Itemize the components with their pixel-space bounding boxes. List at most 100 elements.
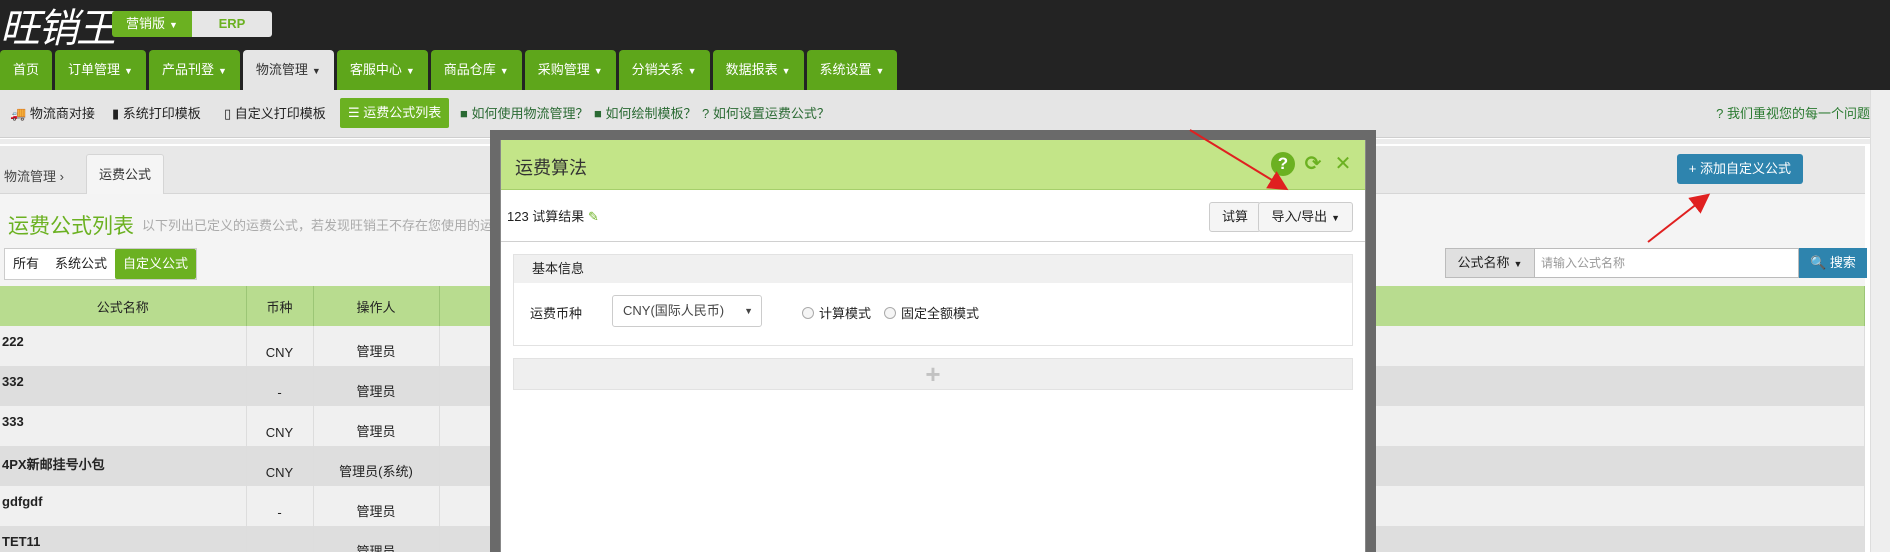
bookmark-outline-icon: ▯ bbox=[224, 106, 232, 121]
chevron-down-icon: ▼ bbox=[169, 20, 178, 30]
search-field-select[interactable]: 公式名称 ▼ bbox=[1445, 248, 1535, 278]
cell-name: 333 bbox=[0, 406, 247, 446]
chevron-down-icon: ▼ bbox=[311, 66, 321, 76]
dialog-header: 运费算法 ? ⟳ ✕ bbox=[501, 140, 1365, 190]
nav-tab-listing[interactable]: 产品刊登 ▼ bbox=[148, 50, 240, 90]
question-icon: ? bbox=[702, 106, 710, 121]
column-header-name: 公式名称 bbox=[0, 286, 247, 326]
feedback-link[interactable]: ? 我们重视您的每一个问题 bbox=[1716, 104, 1870, 124]
chevron-down-icon: ▼ bbox=[687, 66, 697, 76]
nav-tab-purchasing[interactable]: 采购管理 ▼ bbox=[524, 50, 616, 90]
page-description: 以下列出已定义的运费公式，若发现旺销王不存在您使用的运 bbox=[142, 218, 494, 233]
help-icon[interactable]: ? bbox=[1271, 152, 1295, 176]
cell-currency: CNY bbox=[246, 326, 314, 366]
cell-currency: - bbox=[246, 486, 314, 526]
cell-operator: 管理员(系统) bbox=[313, 446, 440, 486]
chevron-down-icon: ▼ bbox=[1513, 259, 1523, 269]
plus-icon: + bbox=[925, 359, 941, 389]
cell-operator: 管理员 bbox=[313, 406, 440, 446]
search-button[interactable]: 🔍 搜索 bbox=[1799, 248, 1867, 278]
chevron-down-icon: ▼ bbox=[499, 66, 509, 76]
breadcrumb-parent[interactable]: 物流管理 › bbox=[4, 166, 64, 185]
mode-fixed-radio[interactable]: 固定全额模式 bbox=[884, 303, 979, 322]
currency-select[interactable]: CNY(国际人民币) ▼ bbox=[612, 295, 762, 327]
dialog-actions: ? ⟳ ✕ bbox=[1271, 152, 1355, 176]
cell-name: 4PX新邮挂号小包 bbox=[0, 446, 247, 486]
subnav-custom-print-template[interactable]: ▯ 自定义打印模板 bbox=[224, 104, 326, 124]
help-logistics-video[interactable]: ■ 如何使用物流管理？ bbox=[460, 104, 589, 124]
currency-label: 运费币种 bbox=[530, 306, 583, 321]
chevron-down-icon: ▼ bbox=[1331, 213, 1340, 223]
cell-currency: - bbox=[246, 526, 314, 552]
section-title: 基本信息 bbox=[514, 255, 1352, 283]
plus-icon: + bbox=[1688, 161, 1697, 176]
subnav-freight-formula-list[interactable]: ☰ 运费公式列表 bbox=[340, 98, 450, 128]
nav-tab-home[interactable]: 首页 bbox=[0, 50, 53, 90]
edit-icon[interactable]: ✎ bbox=[588, 209, 599, 224]
question-circle-icon: ? bbox=[1716, 106, 1724, 121]
chevron-down-icon: ▼ bbox=[593, 66, 603, 76]
video-icon: ■ bbox=[594, 106, 602, 121]
cell-name: TET11 bbox=[0, 526, 247, 552]
radio-icon bbox=[884, 306, 896, 319]
edition-label: 营销版 bbox=[126, 16, 166, 31]
edition-selector[interactable]: 营销版 ▼ bbox=[112, 11, 192, 37]
trial-result: 123 试算结果 ✎ bbox=[507, 209, 599, 224]
refresh-icon[interactable]: ⟳ bbox=[1301, 152, 1325, 176]
cell-name: 332 bbox=[0, 366, 247, 406]
filter-group: 所有 系统公式 自定义公式 bbox=[4, 248, 198, 280]
cell-operator: 管理员 bbox=[313, 366, 440, 406]
truck-icon: 🚚 bbox=[10, 106, 27, 121]
help-template-video[interactable]: ■ 如何绘制模板？ bbox=[594, 104, 697, 124]
subnav-carrier-link[interactable]: 🚚 物流商对接 bbox=[10, 104, 95, 124]
column-header-currency: 币种 bbox=[246, 286, 314, 326]
filter-custom[interactable]: 自定义公式 bbox=[115, 249, 197, 279]
close-icon[interactable]: ✕ bbox=[1331, 152, 1355, 176]
add-custom-formula-button[interactable]: + 添加自定义公式 bbox=[1676, 154, 1803, 184]
app-logo: 旺销王 bbox=[0, 6, 116, 52]
dialog-title: 运费算法 bbox=[515, 158, 587, 178]
top-bar: 旺销王 营销版 ▼ ERP 首页 订单管理 ▼ 产品刊登 ▼ 物流管理 ▼ 客服中心 ▼ … bbox=[0, 0, 1890, 90]
cell-operator: 管理员 bbox=[313, 326, 440, 366]
nav-tab-customer-service[interactable]: 客服中心 ▼ bbox=[336, 50, 428, 90]
chevron-down-icon: ▼ bbox=[875, 66, 885, 76]
cell-currency: - bbox=[246, 366, 314, 406]
cell-operator: 管理员 bbox=[313, 526, 440, 552]
add-rule-button[interactable]: + bbox=[513, 358, 1353, 390]
basic-info-panel: 基本信息 运费币种 CNY(国际人民币) ▼ 计算模式 固定全额模式 bbox=[513, 254, 1353, 346]
list-icon: ☰ bbox=[348, 105, 360, 120]
page-title: 运费公式列表 bbox=[8, 215, 134, 238]
trial-button[interactable]: 试算 bbox=[1208, 202, 1261, 232]
erp-button[interactable]: ERP bbox=[192, 11, 272, 37]
cell-currency: CNY bbox=[246, 446, 314, 486]
search-input[interactable]: 请输入公式名称 bbox=[1535, 248, 1799, 278]
subnav-system-print-template[interactable]: ▮ 系统打印模板 bbox=[112, 104, 201, 124]
bookmark-icon: ▮ bbox=[112, 106, 120, 121]
chevron-down-icon: ▼ bbox=[124, 66, 133, 76]
scrollbar[interactable] bbox=[1870, 90, 1890, 552]
nav-tab-warehouse[interactable]: 商品仓库 ▼ bbox=[430, 50, 522, 90]
mode-calc-radio[interactable]: 计算模式 bbox=[802, 303, 871, 322]
filter-all[interactable]: 所有 bbox=[5, 249, 47, 279]
chevron-right-icon: › bbox=[59, 169, 64, 184]
freight-algorithm-dialog: 运费算法 ? ⟳ ✕ 123 试算结果 ✎ 试算 导入/导出 ▼ 基本信息 运费币… bbox=[500, 140, 1366, 552]
import-export-button[interactable]: 导入/导出 ▼ bbox=[1258, 202, 1353, 232]
search-bar: 公式名称 ▼ 请输入公式名称 🔍 搜索 bbox=[1445, 248, 1867, 278]
nav-tab-settings[interactable]: 系统设置 ▼ bbox=[806, 50, 898, 90]
dialog-toolbar: 123 试算结果 ✎ 试算 导入/导出 ▼ bbox=[501, 190, 1365, 242]
nav-tab-logistics[interactable]: 物流管理 ▼ bbox=[242, 50, 334, 90]
main-nav: 首页 订单管理 ▼ 产品刊登 ▼ 物流管理 ▼ 客服中心 ▼ 商品仓库 ▼ 采购管理 ▼ 分… bbox=[0, 50, 900, 90]
chevron-down-icon: ▼ bbox=[217, 66, 227, 76]
nav-tab-distribution[interactable]: 分销关系 ▼ bbox=[618, 50, 710, 90]
currency-row: 运费币种 CNY(国际人民币) ▼ 计算模式 固定全额模式 bbox=[514, 283, 1352, 345]
help-freight-formula[interactable]: ? 如何设置运费公式？ bbox=[702, 104, 830, 124]
nav-tab-reports[interactable]: 数据报表 ▼ bbox=[712, 50, 804, 90]
cell-operator: 管理员 bbox=[313, 486, 440, 526]
chevron-down-icon: ▼ bbox=[744, 306, 753, 316]
chevron-down-icon: ▼ bbox=[781, 66, 791, 76]
filter-system[interactable]: 系统公式 bbox=[47, 249, 115, 279]
breadcrumb-current-tab[interactable]: 运费公式 bbox=[86, 154, 165, 195]
nav-tab-orders[interactable]: 订单管理 ▼ bbox=[55, 50, 146, 90]
cell-name: gdfgdf bbox=[0, 486, 247, 526]
search-icon: 🔍 bbox=[1810, 255, 1827, 270]
